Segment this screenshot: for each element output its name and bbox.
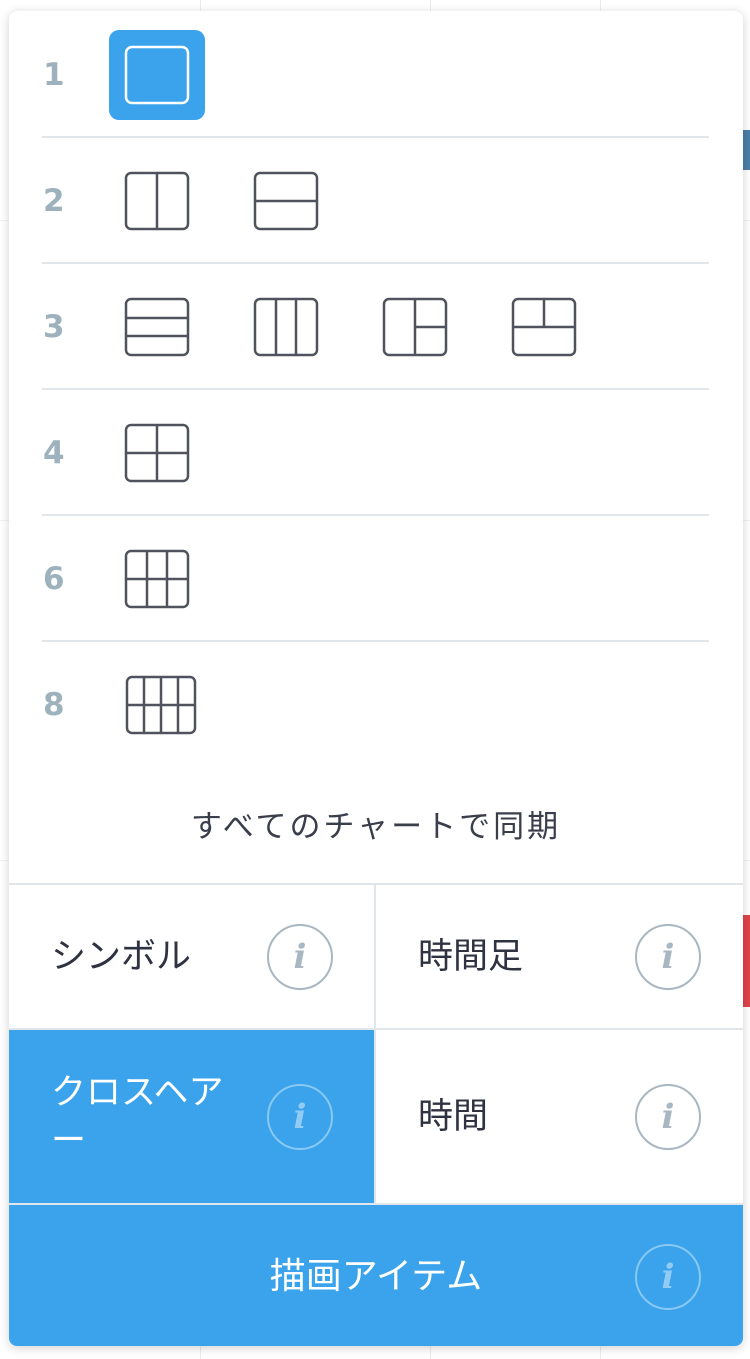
- price-tag: [742, 130, 750, 170]
- three-columns-icon: [253, 297, 319, 356]
- six-grid-icon: [124, 549, 190, 608]
- info-icon[interactable]: i: [267, 923, 333, 990]
- layout-row-1: 1: [9, 11, 743, 138]
- layout-row-6: 6: [9, 515, 743, 642]
- layout-row-2: 2: [9, 137, 743, 264]
- layout-2-horizontal-option[interactable]: [238, 156, 334, 246]
- single-pane-icon: [124, 45, 190, 104]
- sync-section-title: すべてのチャートで同期: [190, 809, 562, 845]
- four-grid-icon: [124, 423, 190, 482]
- sync-symbol-toggle[interactable]: シンボル i: [9, 885, 374, 1028]
- two-rows-icon: [253, 171, 319, 230]
- layout-row-8: 8: [9, 641, 743, 768]
- layout-3-left-big-option[interactable]: [367, 282, 463, 372]
- info-icon[interactable]: i: [267, 1083, 333, 1150]
- sync-time-label: 時間: [418, 1096, 489, 1137]
- sync-interval-toggle[interactable]: 時間足 i: [376, 885, 743, 1028]
- top-split-bottom-big-icon: [511, 297, 577, 356]
- row-count-label: 2: [43, 182, 65, 219]
- sync-drawings-toggle[interactable]: 描画アイテム i: [9, 1205, 743, 1346]
- info-icon[interactable]: i: [635, 1243, 701, 1310]
- layout-4-grid-option[interactable]: [109, 408, 205, 498]
- two-columns-icon: [124, 171, 190, 230]
- layout-2-vertical-option[interactable]: [109, 156, 205, 246]
- row-count-label: 4: [43, 434, 65, 471]
- layout-row-3: 3: [9, 263, 743, 390]
- price-tag: [742, 915, 750, 1007]
- sync-interval-label: 時間足: [418, 936, 524, 977]
- layout-3-rows-option[interactable]: [109, 282, 205, 372]
- sync-crosshair-toggle[interactable]: クロスヘア ー i: [9, 1030, 374, 1203]
- row-count-label: 1: [43, 56, 65, 93]
- three-rows-icon: [124, 297, 190, 356]
- layout-1-option[interactable]: [109, 29, 205, 120]
- layout-row-4: 4: [9, 389, 743, 516]
- layout-sync-popup: 1 2 3 4 6 8 すべてのチャートで同期 シンボル i 時間足 i クロス…: [9, 11, 743, 1346]
- sync-crosshair-label: クロスヘア ー: [51, 1072, 224, 1161]
- layout-6-grid-option[interactable]: [109, 534, 205, 624]
- row-count-label: 3: [43, 308, 65, 345]
- sync-symbol-label: シンボル: [51, 936, 192, 977]
- row-count-label: 8: [43, 686, 65, 723]
- row-count-label: 6: [43, 560, 65, 597]
- sync-time-toggle[interactable]: 時間 i: [376, 1030, 743, 1203]
- layout-3-columns-option[interactable]: [238, 282, 334, 372]
- layout-3-top-big-option[interactable]: [496, 282, 592, 372]
- left-big-right-split-icon: [382, 297, 448, 356]
- info-icon[interactable]: i: [635, 1083, 701, 1150]
- info-icon[interactable]: i: [635, 923, 701, 990]
- sync-drawings-label: 描画アイテム: [269, 1255, 483, 1297]
- eight-grid-icon: [125, 675, 197, 734]
- layout-8-grid-option[interactable]: [113, 660, 209, 750]
- sync-options-grid: シンボル i 時間足 i クロスヘア ー i 時間 i 描画アイテム i: [9, 883, 743, 1346]
